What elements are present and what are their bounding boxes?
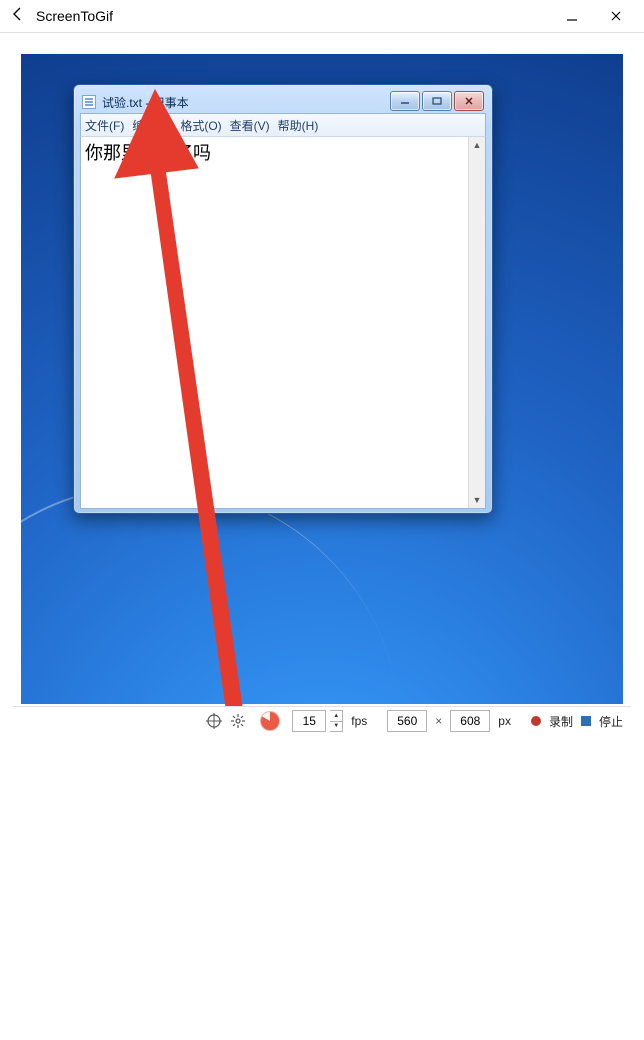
notepad-icon — [82, 95, 96, 109]
app-minimize-button[interactable] — [550, 0, 594, 32]
app-title: ScreenToGif — [36, 8, 113, 24]
fps-spinner[interactable]: ▲▼ — [330, 710, 343, 732]
app-titlebar: ScreenToGif — [0, 0, 644, 33]
times-label: × — [431, 714, 446, 728]
record-icon[interactable] — [531, 716, 541, 726]
menu-view[interactable]: 查看(V) — [230, 117, 270, 134]
menu-edit[interactable]: 编辑(E) — [132, 117, 172, 134]
bottom-toolbar: 15 ▲▼ fps 560 × 608 px 录制 停止 — [13, 706, 631, 735]
crosshair-icon[interactable] — [204, 711, 224, 731]
notepad-maximize-button[interactable] — [422, 91, 452, 111]
stop-icon[interactable] — [581, 716, 591, 726]
notepad-menubar[interactable]: 文件(F) 编辑(E) 格式(O) 查看(V) 帮助(H) — [80, 113, 486, 137]
scroll-up-icon[interactable]: ▲ — [469, 137, 485, 153]
notepad-close-button[interactable] — [454, 91, 484, 111]
fps-label: fps — [347, 714, 371, 728]
menu-format[interactable]: 格式(O) — [180, 117, 221, 134]
notepad-content: 你那里下雪了吗 — [85, 143, 211, 163]
px-label: px — [494, 714, 515, 728]
menu-help[interactable]: 帮助(H) — [278, 117, 319, 134]
notepad-window[interactable]: 试验.txt - 记事本 文件(F) 编辑(E) 格式(O) — [73, 84, 493, 514]
notepad-minimize-button[interactable] — [390, 91, 420, 111]
app-close-button[interactable] — [594, 0, 638, 32]
notepad-scrollbar[interactable]: ▲ ▼ — [468, 137, 485, 508]
desktop-background: 试验.txt - 记事本 文件(F) 编辑(E) 格式(O) — [21, 54, 623, 704]
stop-button[interactable]: 停止 — [595, 713, 627, 730]
scroll-down-icon[interactable]: ▼ — [469, 492, 485, 508]
record-button[interactable]: 录制 — [545, 713, 577, 730]
back-arrow-icon[interactable] — [6, 6, 30, 27]
fps-pie-icon[interactable] — [260, 711, 280, 731]
menu-file[interactable]: 文件(F) — [85, 117, 124, 134]
notepad-textarea[interactable]: 你那里下雪了吗 ▲ ▼ — [80, 137, 486, 509]
width-value[interactable]: 560 — [387, 710, 427, 732]
fps-value[interactable]: 15 — [292, 710, 326, 732]
notepad-titlebar[interactable]: 试验.txt - 记事本 — [80, 91, 486, 113]
capture-frame: 试验.txt - 记事本 文件(F) 编辑(E) 格式(O) — [13, 46, 631, 712]
notepad-title: 试验.txt - 记事本 — [102, 94, 189, 111]
height-value[interactable]: 608 — [450, 710, 490, 732]
gear-icon[interactable] — [228, 711, 248, 731]
